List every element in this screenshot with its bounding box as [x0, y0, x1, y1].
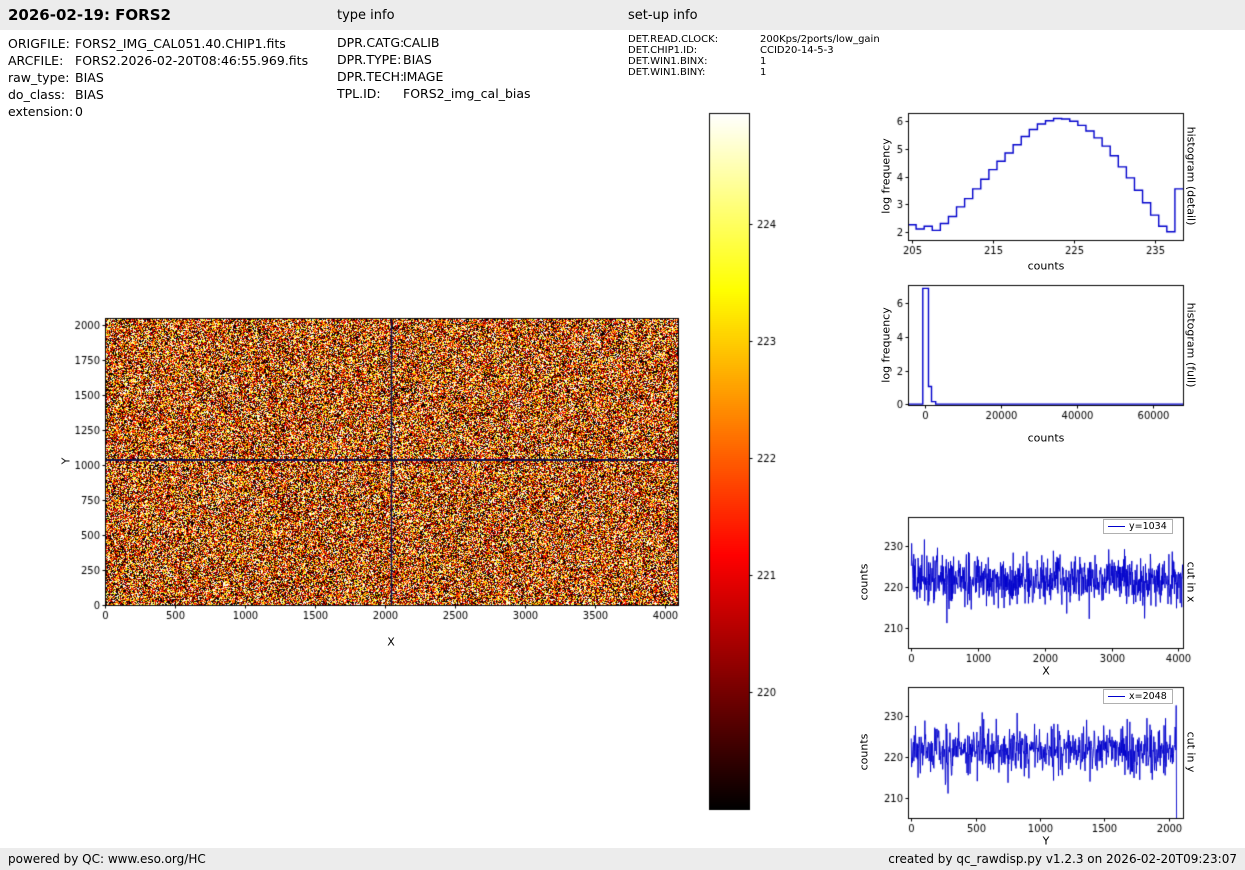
cut-y-x-axis-label: Y [1042, 834, 1050, 848]
legend-line-icon [1108, 696, 1125, 697]
info-row: ORIGFILE: FORS2_IMG_CAL051.40.CHIP1.fits [8, 35, 308, 52]
hist-full-x-axis-label: counts [1027, 431, 1065, 445]
cut-x-side-label: cut in x [1184, 561, 1198, 603]
info-value: FORS2_img_cal_bias [403, 86, 531, 101]
info-row: ARCFILE: FORS2.2026-02-20T08:46:55.969.fi… [8, 52, 308, 69]
cut-x-y-axis-label: counts [857, 563, 871, 601]
info-value: BIAS [75, 87, 104, 102]
info-value: BIAS [75, 70, 104, 85]
info-label: ARCFILE: [8, 53, 64, 68]
type-info-heading: type info [337, 8, 395, 23]
hist-full-side-label: histogram (full) [1184, 302, 1198, 388]
image-y-axis-label: Y [59, 457, 73, 465]
info-label: DET.CHIP1.ID: [628, 45, 698, 56]
page-title: 2026-02-19: FORS2 [8, 6, 171, 24]
info-row: DPR.TYPE: BIAS [337, 51, 531, 68]
info-row: DPR.TECH: IMAGE [337, 68, 531, 85]
cut-y-legend-label: x=2048 [1129, 691, 1167, 702]
info-row: DPR.CATG: CALIB [337, 34, 531, 51]
info-row: DET.READ.CLOCK: 200Kps/2ports/low_gain [628, 34, 880, 45]
type-info-block: DPR.CATG: CALIB DPR.TYPE: BIAS DPR.TECH: IM… [337, 34, 531, 102]
info-label: DET.WIN1.BINY: [628, 67, 706, 78]
hist-detail-side-label: histogram (detail) [1184, 126, 1198, 226]
setup-info-block: DET.READ.CLOCK: 200Kps/2ports/low_gain DE… [628, 34, 880, 78]
info-label: ORIGFILE: [8, 36, 70, 51]
setup-info-heading: set-up info [628, 8, 698, 23]
info-value: 1 [760, 56, 767, 67]
footer-powered-by: powered by QC: www.eso.org/HC [8, 852, 206, 866]
info-label: do_class: [8, 87, 66, 102]
colorbar [707, 109, 782, 814]
info-value: CALIB [403, 35, 440, 50]
info-row: DET.CHIP1.ID: CCID20-14-5-3 [628, 45, 880, 56]
header-bar: 2026-02-19: FORS2 type info set-up info [0, 0, 1245, 30]
info-row: TPL.ID: FORS2_img_cal_bias [337, 85, 531, 102]
info-label: DPR.TYPE: [337, 52, 402, 67]
bias-image-heatmap [60, 305, 690, 630]
cut-y-y-axis-label: counts [857, 733, 871, 771]
info-value: FORS2_IMG_CAL051.40.CHIP1.fits [75, 36, 286, 51]
histogram-detail-plot [880, 103, 1195, 263]
info-label: TPL.ID: [337, 86, 381, 101]
hist-full-y-axis-label: log frequency [879, 307, 893, 383]
info-row: DET.WIN1.BINY: 1 [628, 67, 880, 78]
info-label: DET.WIN1.BINX: [628, 56, 708, 67]
info-row: extension: 0 [8, 103, 308, 120]
info-label: DPR.CATG: [337, 35, 405, 50]
info-value: 1 [760, 67, 767, 78]
footer-created-by: created by qc_rawdisp.py v1.2.3 on 2026-… [888, 852, 1237, 866]
cut-y-legend: x=2048 [1103, 689, 1173, 704]
histogram-full-plot [880, 275, 1195, 425]
footer-bar: powered by QC: www.eso.org/HC created by… [0, 848, 1245, 870]
hist-detail-y-axis-label: log frequency [879, 138, 893, 214]
file-info-block: ORIGFILE: FORS2_IMG_CAL051.40.CHIP1.fits … [8, 35, 308, 120]
info-value: BIAS [403, 52, 432, 67]
info-row: do_class: BIAS [8, 86, 308, 103]
cut-x-legend-label: y=1034 [1129, 521, 1167, 532]
info-label: extension: [8, 104, 74, 119]
info-value: 200Kps/2ports/low_gain [760, 34, 880, 45]
info-label: raw_type: [8, 70, 70, 85]
legend-line-icon [1108, 526, 1125, 527]
cut-y-side-label: cut in y [1184, 731, 1198, 773]
info-row: DET.WIN1.BINX: 1 [628, 56, 880, 67]
info-label: DET.READ.CLOCK: [628, 34, 719, 45]
image-x-axis-label: X [387, 635, 395, 649]
info-value: IMAGE [403, 69, 444, 84]
info-label: DPR.TECH: [337, 69, 405, 84]
info-value: FORS2.2026-02-20T08:46:55.969.fits [75, 53, 309, 68]
info-row: raw_type: BIAS [8, 69, 308, 86]
cut-x-legend: y=1034 [1103, 519, 1173, 534]
cut-x-x-axis-label: X [1042, 664, 1050, 678]
info-value: CCID20-14-5-3 [760, 45, 834, 56]
info-value: 0 [75, 104, 83, 119]
hist-detail-x-axis-label: counts [1027, 259, 1065, 273]
